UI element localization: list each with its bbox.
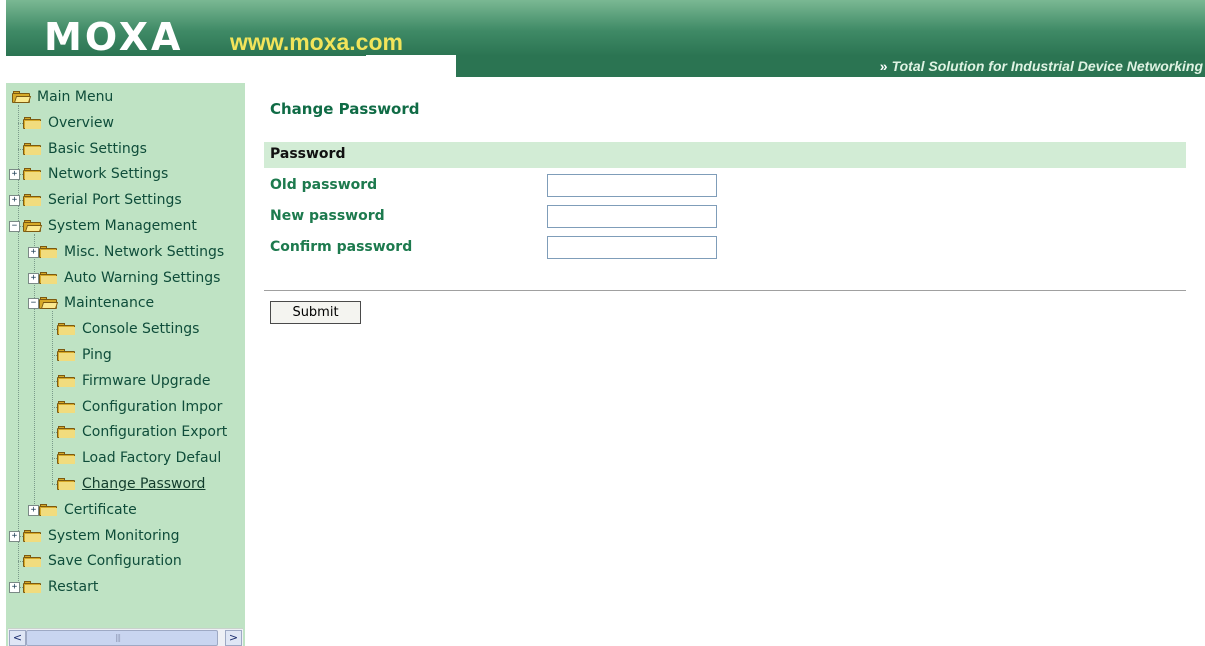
sidebar-item-certificate[interactable]: Certificate — [39, 498, 137, 522]
sidebar-item-label: Auto Warning Settings — [64, 269, 221, 286]
sidebar-item-label: System Management — [48, 218, 197, 234]
sidebar-item-maintenance[interactable]: Maintenance — [39, 291, 154, 315]
expand-plus-icon[interactable]: + — [28, 246, 39, 258]
sidebar-item-system-management[interactable]: System Management — [23, 214, 197, 238]
sidebar-item-label: Restart — [48, 579, 99, 596]
old-password-label: Old password — [270, 177, 378, 193]
sidebar-item-label: Console Settings — [82, 321, 200, 338]
sidebar-item-change-password[interactable]: Change Password — [57, 472, 205, 496]
folder-icon — [57, 478, 75, 490]
folder-icon — [39, 503, 57, 516]
section-header: Password — [264, 142, 1186, 168]
submit-button[interactable]: Submit — [270, 301, 361, 324]
sidebar-item-ping[interactable]: Ping — [57, 343, 112, 367]
sidebar-item-main-menu[interactable]: Main Menu — [12, 85, 113, 109]
expand-plus-icon[interactable]: + — [28, 272, 39, 284]
sidebar-item-misc-network-settings[interactable]: Misc. Network Settings — [39, 240, 224, 264]
folder-icon — [23, 194, 41, 207]
sidebar-item-save-configuration[interactable]: Save Configuration — [23, 549, 182, 573]
folder-icon — [23, 168, 41, 181]
header: MOXA www.moxa.com » Total Solution for In… — [6, 0, 1205, 83]
folder-icon — [23, 529, 41, 542]
sidebar-item-label: Network Settings — [48, 166, 169, 183]
tagline: » Total Solution for Industrial Device Ne… — [880, 56, 1203, 77]
scroll-left-button[interactable]: < — [9, 630, 26, 646]
horizontal-scrollbar[interactable]: < > — [8, 628, 243, 646]
folder-icon — [39, 245, 57, 258]
sidebar-item-label: Maintenance — [64, 295, 155, 312]
sidebar-item-label: Overview — [48, 114, 114, 131]
confirm-password-label: Confirm password — [270, 239, 413, 255]
folder-icon — [57, 452, 75, 465]
collapse-minus-icon[interactable]: − — [9, 221, 20, 232]
new-password-label: New password — [270, 208, 385, 224]
sidebar-tree: Main Menu Overview Basic Settings Network S… — [6, 83, 245, 646]
sidebar-item-label: Main Menu — [37, 89, 114, 105]
scroll-thumb[interactable] — [26, 630, 218, 646]
folder-icon — [57, 374, 75, 387]
folder-icon — [57, 400, 75, 413]
sidebar-item-auto-warning-settings[interactable]: Auto Warning Settings — [39, 266, 220, 290]
sidebar-item-label: Basic Settings — [48, 140, 147, 157]
folder-icon — [23, 555, 41, 568]
scroll-right-button[interactable]: > — [225, 630, 242, 646]
folder-icon — [23, 142, 41, 155]
folder-icon — [23, 116, 41, 129]
sidebar-item-basic-settings[interactable]: Basic Settings — [23, 137, 147, 161]
sidebar-item-label: Load Factory Defaul — [82, 450, 222, 467]
main-content: Change Password Password Old password Ne… — [246, 83, 1205, 646]
sidebar-item-network-settings[interactable]: Network Settings — [23, 162, 168, 186]
collapse-minus-icon[interactable]: − — [28, 298, 39, 310]
tagline-text: Total Solution for Industrial Device Net… — [891, 58, 1203, 74]
sidebar-item-overview[interactable]: Overview — [23, 111, 114, 135]
new-password-field[interactable] — [547, 205, 717, 228]
sidebar-item-label: Configuration Export — [82, 424, 228, 441]
expand-plus-icon[interactable]: + — [9, 582, 20, 594]
sidebar-item-configuration-impor[interactable]: Configuration Impor — [57, 395, 222, 419]
sidebar-item-label: Misc. Network Settings — [64, 243, 225, 260]
open-folder-icon — [39, 297, 59, 310]
folder-icon — [39, 271, 57, 284]
header-curve — [6, 55, 456, 83]
sidebar-item-load-factory-defaul[interactable]: Load Factory Defaul — [57, 446, 221, 470]
sidebar-item-firmware-upgrade[interactable]: Firmware Upgrade — [57, 369, 210, 393]
expand-plus-icon[interactable]: + — [9, 530, 20, 542]
sidebar-item-label: System Monitoring — [48, 527, 180, 544]
sidebar-item-label: Change Password — [82, 476, 206, 492]
sidebar-item-serial-port-settings[interactable]: Serial Port Settings — [23, 188, 182, 212]
sidebar-item-label: Serial Port Settings — [48, 192, 182, 209]
form-divider — [264, 290, 1186, 291]
page-title: Change Password — [270, 100, 420, 118]
expand-plus-icon[interactable]: + — [9, 169, 20, 181]
sidebar-item-label: Ping — [82, 347, 112, 363]
sidebar-item-console-settings[interactable]: Console Settings — [57, 317, 199, 341]
sidebar-item-label: Firmware Upgrade — [82, 372, 211, 389]
header-band — [6, 0, 1205, 56]
moxa-logo[interactable]: MOXA — [44, 18, 183, 56]
folder-icon — [23, 581, 41, 594]
old-password-field[interactable] — [547, 174, 717, 197]
expand-plus-icon[interactable]: + — [9, 195, 20, 207]
open-folder-icon — [23, 220, 43, 232]
sidebar-item-restart[interactable]: Restart — [23, 575, 98, 599]
section-title: Password — [270, 146, 346, 162]
sidebar-item-label: Certificate — [64, 501, 137, 518]
sidebar-item-configuration-export[interactable]: Configuration Export — [57, 420, 227, 444]
double-chevron-right-icon: » — [879, 58, 888, 74]
open-folder-icon — [12, 91, 32, 103]
site-url[interactable]: www.moxa.com — [230, 30, 403, 54]
sidebar-item-system-monitoring[interactable]: System Monitoring — [23, 524, 180, 548]
sidebar-item-label: Save Configuration — [48, 553, 182, 570]
folder-icon — [57, 349, 75, 361]
confirm-password-field[interactable] — [547, 236, 717, 259]
folder-icon — [57, 323, 75, 336]
expand-plus-icon[interactable]: + — [28, 504, 39, 516]
sidebar-item-label: Configuration Impor — [82, 398, 223, 415]
folder-icon — [57, 426, 75, 439]
